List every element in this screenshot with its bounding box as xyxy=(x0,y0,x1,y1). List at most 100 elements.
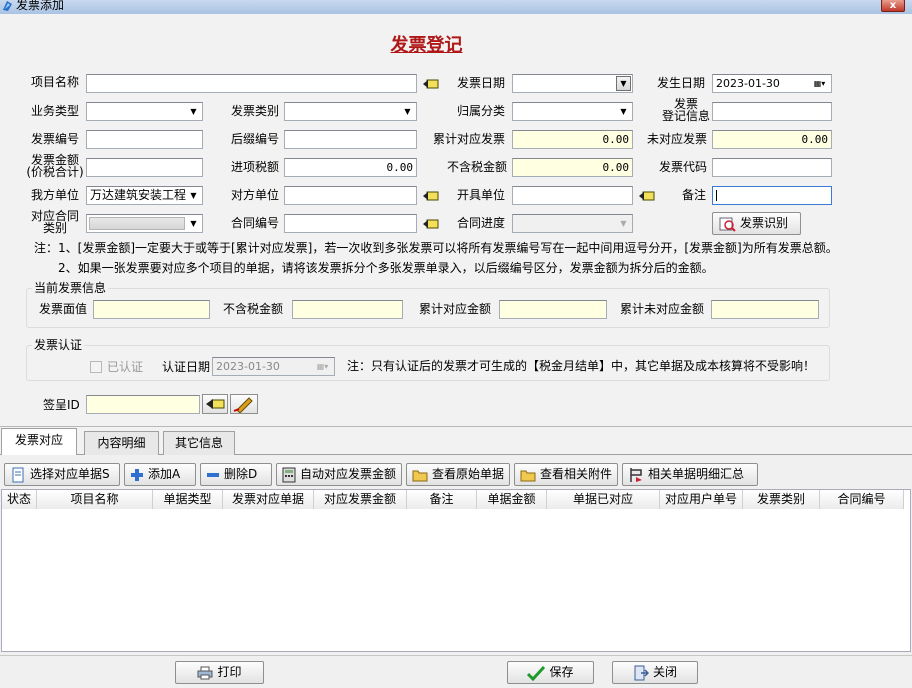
pick-project-icon[interactable] xyxy=(422,77,440,91)
certified-checkbox[interactable] xyxy=(90,361,102,373)
window-titlebar: 发票添加 x xyxy=(0,0,912,14)
occur-date-input[interactable]: 2023-01-30 ▦▾ xyxy=(712,74,832,93)
invoice-reg-info-input[interactable] xyxy=(712,102,832,121)
close-button[interactable]: 关闭 xyxy=(612,661,698,684)
pick-issuer-icon[interactable] xyxy=(638,189,656,203)
sign-id-label: 签呈ID xyxy=(43,398,80,412)
invoice-no-input[interactable] xyxy=(86,130,203,149)
certification-note: 注：只有认证后的发票才可生成的【税金月结单】中，其它单据及成本核算将不受影响！ xyxy=(347,359,816,373)
invoice-match-grid[interactable]: 状态 项目名称 单据类型 发票对应单据 对应发票金额 备注 单据金额 单据已对应… xyxy=(1,489,911,652)
grid-header-doc-amount[interactable]: 单据金额 xyxy=(477,490,547,509)
chevron-down-icon[interactable]: ▼ xyxy=(616,104,631,119)
contract-type-label-2: 类别 xyxy=(42,221,67,235)
unmatched-label: 未对应发票 xyxy=(647,132,708,146)
edit-sign-button[interactable] xyxy=(230,394,258,414)
tab-invoice-match[interactable]: 发票对应 xyxy=(1,428,77,455)
belong-category-select[interactable]: ▼ xyxy=(512,102,633,121)
exit-door-icon xyxy=(634,665,649,680)
grid-header-remark[interactable]: 备注 xyxy=(407,490,477,509)
input-tax-label: 进项税额 xyxy=(231,160,280,174)
view-attachments-button[interactable]: 查看相关附件 xyxy=(514,463,618,486)
delete-button[interactable]: 删除D xyxy=(200,463,272,486)
grid-header-doc-type[interactable]: 单据类型 xyxy=(153,490,223,509)
auto-match-button[interactable]: 自动对应发票金额 xyxy=(276,463,402,486)
unmatched-value: 0.00 xyxy=(712,130,832,149)
chevron-down-icon[interactable]: ▼ xyxy=(186,104,201,119)
pick-sign-button[interactable] xyxy=(202,394,228,414)
invoice-category-select[interactable]: ▼ xyxy=(284,102,417,121)
belong-category-label: 归属分类 xyxy=(457,104,506,118)
tab-content-detail[interactable]: 内容明细 xyxy=(84,431,159,455)
issuer-input[interactable] xyxy=(512,186,633,205)
app-icon xyxy=(3,1,12,11)
select-docs-label: 选择对应单据S xyxy=(30,467,110,481)
calendar-icon: ▦▾ xyxy=(316,362,329,371)
grid-header-doc-matched[interactable]: 单据已对应 xyxy=(547,490,660,509)
contract-type-value xyxy=(89,217,185,230)
chevron-down-icon: ▼ xyxy=(620,219,627,228)
checkmark-icon xyxy=(527,665,546,681)
occur-date-value: 2023-01-30 xyxy=(716,77,780,90)
grid-header-contract-no[interactable]: 合同编号 xyxy=(820,490,904,509)
window-close-button[interactable]: x xyxy=(881,0,905,12)
cert-date-input: 2023-01-30 ▦▾ xyxy=(212,357,335,376)
accum-unmatched-field xyxy=(711,300,819,319)
accum-amount-label: 累计对应金额 xyxy=(419,302,492,316)
face-value-label: 发票面值 xyxy=(39,302,88,316)
contract-type-select[interactable]: ▼ xyxy=(86,214,203,233)
save-label: 保存 xyxy=(549,665,574,679)
close-label: 关闭 xyxy=(652,665,677,679)
chevron-down-icon[interactable]: ▼ xyxy=(186,216,201,231)
cert-date-label: 认证日期 xyxy=(162,360,211,374)
grid-header-invoice-category[interactable]: 发票类别 xyxy=(743,490,820,509)
suffix-no-label: 后缀编号 xyxy=(231,132,280,146)
invoice-amount-input[interactable] xyxy=(86,158,203,177)
tab-other-info[interactable]: 其它信息 xyxy=(163,431,235,455)
view-original-label: 查看原始单据 xyxy=(431,467,504,481)
remark-input[interactable] xyxy=(712,186,832,205)
face-value-field xyxy=(93,300,210,319)
pick-counterparty-icon[interactable] xyxy=(422,189,440,203)
cert-date-value: 2023-01-30 xyxy=(216,360,280,373)
project-name-input[interactable] xyxy=(86,74,417,93)
contract-no-label: 合同编号 xyxy=(231,216,280,230)
calendar-icon[interactable]: ▦▾ xyxy=(812,76,827,91)
our-unit-value: 万达建筑安装工程 xyxy=(90,188,187,202)
remark-label: 备注 xyxy=(682,188,707,202)
document-icon xyxy=(12,467,24,482)
certification-title: 发票认证 xyxy=(32,338,85,352)
suffix-no-input[interactable] xyxy=(284,130,417,149)
counterparty-input[interactable] xyxy=(284,186,417,205)
certified-label: 已认证 xyxy=(107,360,144,374)
grid-header-project[interactable]: 项目名称 xyxy=(37,490,153,509)
scan-icon xyxy=(719,217,736,232)
recognize-invoice-button[interactable]: 发票识别 xyxy=(712,212,801,235)
our-unit-label: 我方单位 xyxy=(31,188,80,202)
contract-no-input[interactable] xyxy=(284,214,417,233)
accum-unmatched-label: 累计未对应金额 xyxy=(620,302,705,316)
grid-header-status[interactable]: 状态 xyxy=(2,490,37,509)
pick-contract-icon[interactable] xyxy=(422,217,440,231)
select-docs-button[interactable]: 选择对应单据S xyxy=(4,463,120,486)
add-button[interactable]: 添加A xyxy=(124,463,196,486)
sign-id-input[interactable] xyxy=(86,395,200,414)
amount-ex-tax-label: 不含税金额 xyxy=(447,160,508,174)
chevron-down-icon[interactable]: ▼ xyxy=(400,104,415,119)
view-original-button[interactable]: 查看原始单据 xyxy=(406,463,510,486)
summary-button[interactable]: 相关单据明细汇总 xyxy=(622,463,758,486)
save-button[interactable]: 保存 xyxy=(507,661,594,684)
our-unit-select[interactable]: 万达建筑安装工程 ▼ xyxy=(86,186,203,205)
invoice-date-input[interactable]: ▼ xyxy=(512,74,633,93)
issuer-label: 开具单位 xyxy=(457,188,506,202)
grid-header-matched-doc[interactable]: 发票对应单据 xyxy=(223,490,314,509)
chevron-down-icon[interactable]: ▼ xyxy=(616,76,631,91)
grid-header-user-no[interactable]: 对应用户单号 xyxy=(660,490,743,509)
invoice-code-input[interactable] xyxy=(712,158,832,177)
input-tax-input[interactable]: 0.00 xyxy=(284,158,417,177)
business-type-select[interactable]: ▼ xyxy=(86,102,203,121)
invoice-amount-label: 发票金额 (价税合计) xyxy=(26,154,84,178)
grid-header-matched-amount[interactable]: 对应发票金额 xyxy=(314,490,407,509)
section-divider xyxy=(0,426,912,427)
chevron-down-icon[interactable]: ▼ xyxy=(186,188,201,203)
print-button[interactable]: 打印 xyxy=(175,661,264,684)
